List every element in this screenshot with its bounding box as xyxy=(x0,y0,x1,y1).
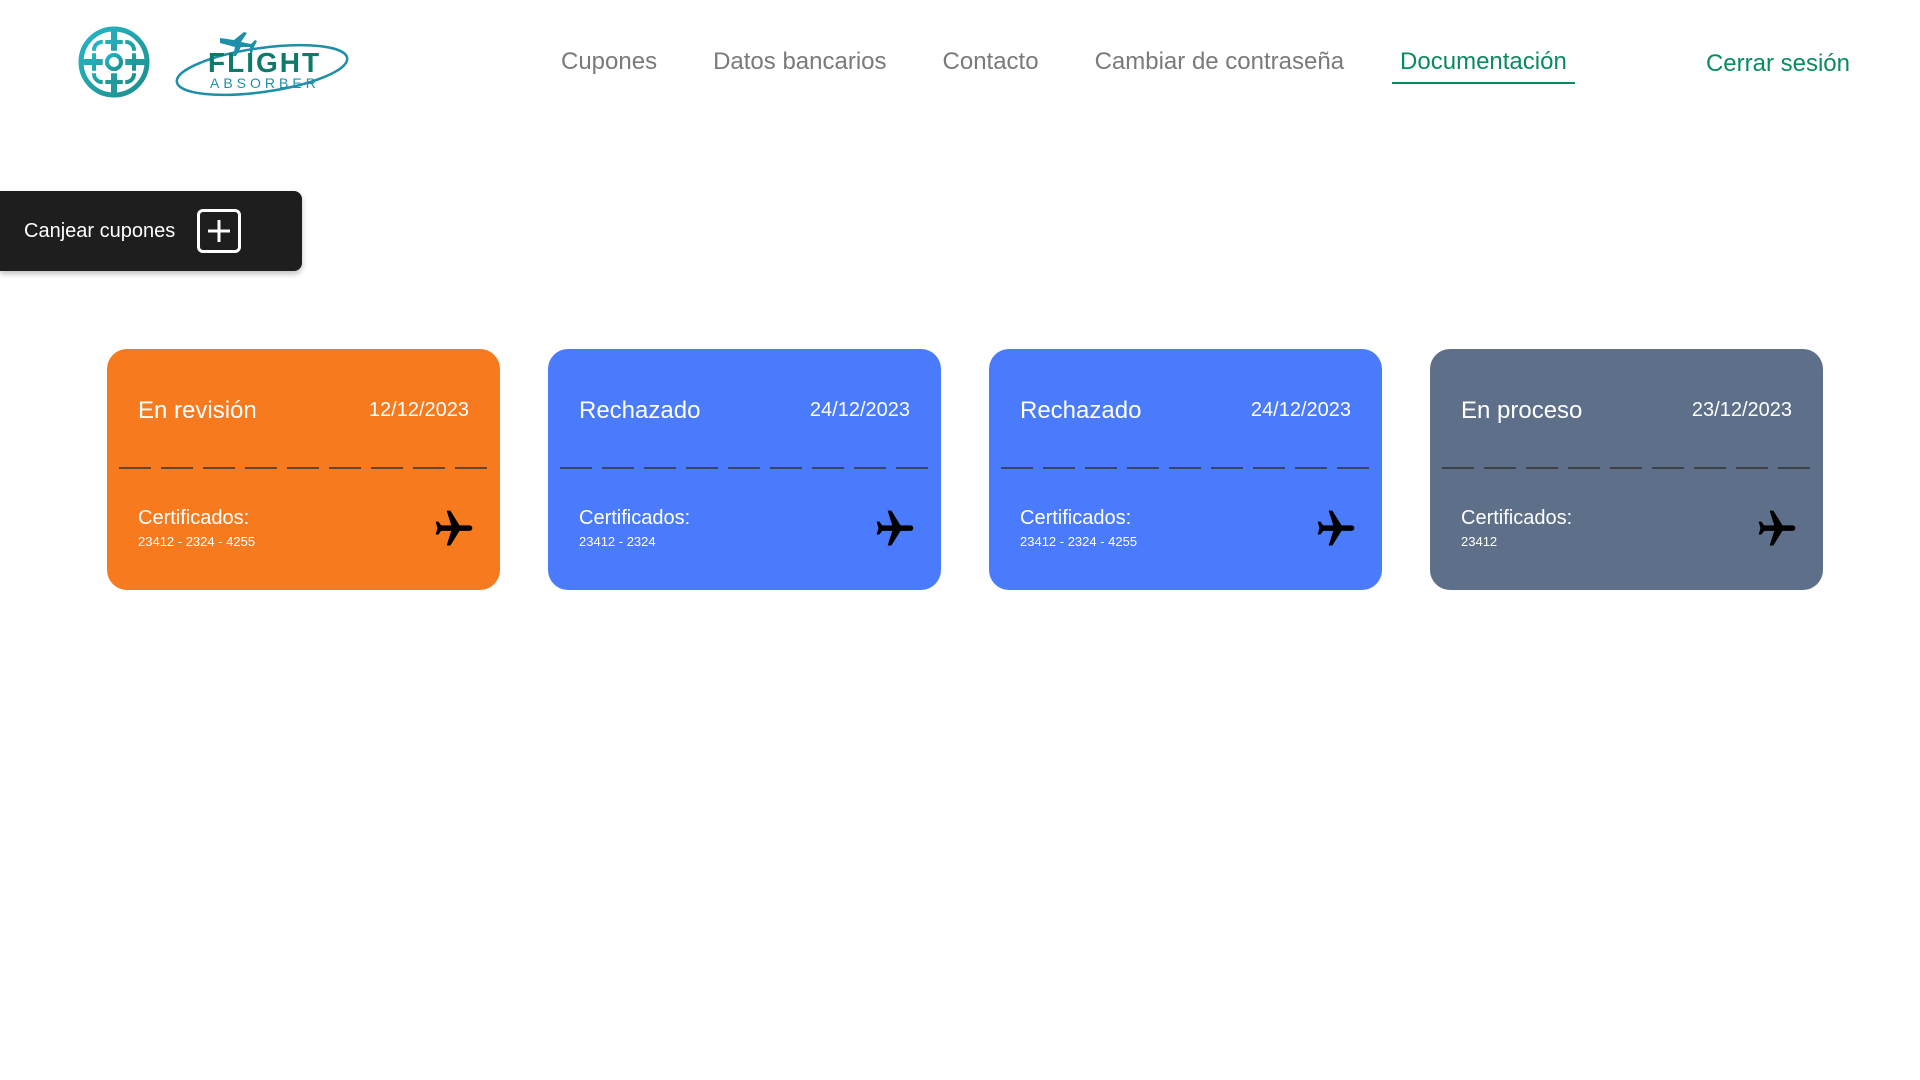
logout-link[interactable]: Cerrar sesión xyxy=(1706,50,1850,78)
coupon-card[interactable]: En revisión 12/12/2023 Certificados: 234… xyxy=(107,349,500,590)
coupon-card[interactable]: En proceso 23/12/2023 Certificados: 2341… xyxy=(1430,349,1823,590)
nav-item-documentacion[interactable]: Documentación xyxy=(1392,44,1575,84)
logo-emblem-icon xyxy=(78,26,150,98)
card-status: Rechazado xyxy=(579,397,701,424)
card-certificates-values: 23412 xyxy=(1461,534,1498,549)
card-certificates-label: Certificados: xyxy=(1020,507,1132,529)
coupon-card[interactable]: Rechazado 24/12/2023 Certificados: 23412… xyxy=(989,349,1382,590)
logo-wordmark: FLIGHT ABSORBER xyxy=(170,22,370,102)
card-certificates-label: Certificados: xyxy=(1461,507,1573,529)
redeem-coupons-label: Canjear cupones xyxy=(24,219,176,242)
logo-wordmark-graphic: FLIGHT ABSORBER xyxy=(175,32,349,97)
card-status: En revisión xyxy=(138,397,257,424)
airplane-icon xyxy=(1317,510,1355,546)
nav-item-cambiar-contrasena[interactable]: Cambiar de contraseña xyxy=(1087,44,1352,82)
coupon-card[interactable]: Rechazado 24/12/2023 Certificados: 23412… xyxy=(548,349,941,590)
card-divider xyxy=(560,467,929,469)
card-certificates-values: 23412 - 2324 - 4255 xyxy=(138,534,256,549)
card-date: 23/12/2023 xyxy=(1691,399,1792,421)
card-certificates-values: 23412 - 2324 xyxy=(579,534,656,549)
nav-item-contacto[interactable]: Contacto xyxy=(935,44,1047,82)
card-certificates-label: Certificados: xyxy=(579,507,691,529)
card-date: 24/12/2023 xyxy=(809,399,910,421)
card-date: 12/12/2023 xyxy=(368,399,469,421)
coupon-cards: En revisión 12/12/2023 Certificados: 234… xyxy=(107,349,1823,590)
airplane-icon xyxy=(435,510,473,546)
page: FLIGHT ABSORBER Cupones Datos bancarios … xyxy=(0,0,1920,1080)
svg-text:ABSORBER: ABSORBER xyxy=(210,75,320,91)
card-status: En proceso xyxy=(1461,397,1583,424)
flight-absorber-logo[interactable]: FLIGHT ABSORBER xyxy=(78,22,370,102)
plus-square-icon xyxy=(197,209,242,253)
svg-text:FLIGHT: FLIGHT xyxy=(208,47,321,78)
nav-item-datos-bancarios[interactable]: Datos bancarios xyxy=(705,44,894,82)
card-certificates-values: 23412 - 2324 - 4255 xyxy=(1020,534,1138,549)
card-certificates-label: Certificados: xyxy=(138,507,250,529)
airplane-icon xyxy=(876,510,914,546)
card-date: 24/12/2023 xyxy=(1250,399,1351,421)
nav-item-cupones[interactable]: Cupones xyxy=(553,44,665,82)
card-status: Rechazado xyxy=(1020,397,1142,424)
card-divider xyxy=(1001,467,1370,469)
card-divider xyxy=(119,467,488,469)
card-divider xyxy=(1442,467,1811,469)
redeem-coupons-button[interactable]: Canjear cupones xyxy=(0,191,302,271)
airplane-icon xyxy=(1758,510,1796,546)
main-nav: Cupones Datos bancarios Contacto Cambiar… xyxy=(553,44,1615,84)
